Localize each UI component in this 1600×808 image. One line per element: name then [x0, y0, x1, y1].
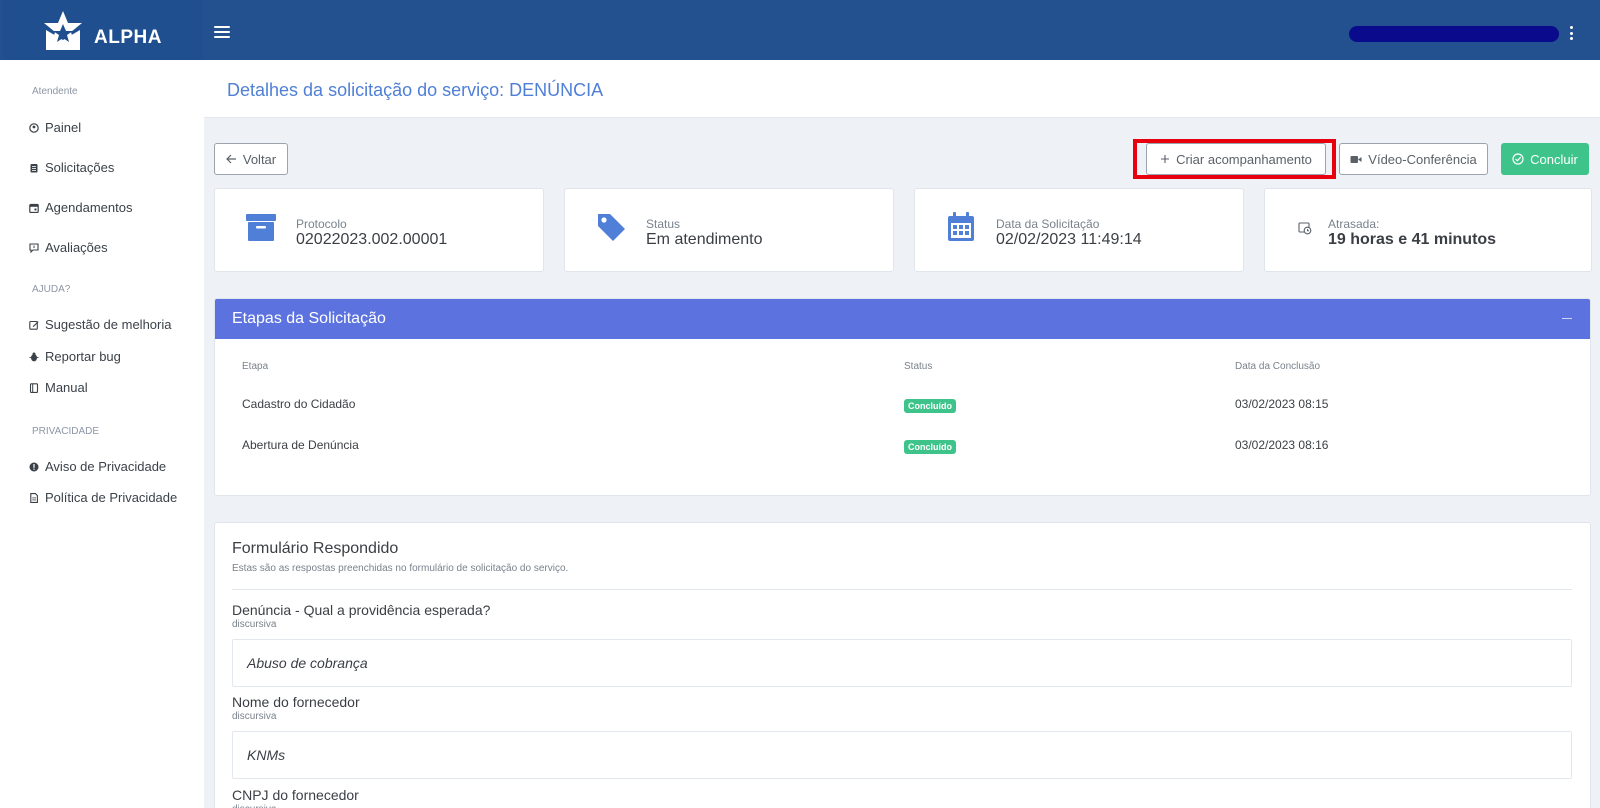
sidebar: Atendente Painel Solicitações Agendament…	[0, 60, 204, 808]
sidebar-item-manual[interactable]: Manual	[29, 380, 88, 395]
sidebar-item-label: Manual	[45, 380, 88, 395]
comment-icon	[29, 242, 39, 253]
form-question: CNPJ do fornecedor	[232, 787, 359, 803]
menu-toggle-icon[interactable]	[214, 26, 230, 38]
sidebar-item-label: Agendamentos	[45, 200, 133, 215]
sidebar-item-label: Sugestão de melhoria	[45, 317, 172, 332]
status-badge: Concluído	[904, 440, 956, 454]
back-button-label: Voltar	[242, 151, 277, 167]
sidebar-item-label: Solicitações	[45, 160, 115, 175]
column-header-status: Status	[904, 361, 933, 372]
sidebar-item-aviso-privacidade[interactable]: Aviso de Privacidade	[29, 459, 166, 474]
step-date: 03/02/2023 08:16	[1235, 438, 1329, 452]
card-protocol: Protocolo 02022023.002.00001	[214, 188, 544, 272]
card-delay: Atrasada: 19 horas e 41 minutos	[1264, 188, 1592, 272]
card-label: Data da Solicitação	[996, 217, 1100, 231]
video-camera-icon	[1350, 155, 1362, 163]
top-bar: ALPHA	[0, 0, 1600, 60]
column-header-date: Data da Conclusão	[1235, 361, 1321, 372]
card-value: 02/02/2023 11:49:14	[996, 231, 1142, 248]
sidebar-item-label: Política de Privacidade	[45, 490, 178, 505]
clipboard-icon	[30, 163, 38, 172]
step-date: 03/02/2023 08:15	[1235, 397, 1329, 411]
more-options-icon[interactable]	[1568, 26, 1574, 40]
archive-box-icon	[246, 214, 276, 241]
steps-panel-header: Etapas da Solicitação	[215, 299, 1590, 339]
user-circle-icon	[29, 122, 39, 133]
user-menu[interactable]	[1349, 26, 1559, 42]
card-label: Status	[646, 217, 681, 231]
edit-icon	[29, 320, 39, 330]
back-button[interactable]: Voltar	[214, 143, 288, 175]
brand-name: ALPHA	[94, 27, 162, 48]
sidebar-item-solicitacoes[interactable]: Solicitações	[29, 160, 114, 175]
form-question: Denúncia - Qual a providência esperada?	[232, 602, 491, 618]
step-name: Abertura de Denúncia	[242, 438, 359, 452]
conclude-label: Concluir	[1530, 151, 1578, 167]
question-type: discursiva	[232, 711, 277, 722]
sidebar-section-help: AJUDA?	[32, 284, 71, 295]
sidebar-item-label: Painel	[45, 120, 82, 135]
answer-field: KNMs	[232, 731, 1572, 779]
answer-field: Abuso de cobrança	[232, 639, 1572, 687]
card-value: 19 horas e 41 minutos	[1328, 231, 1497, 248]
tag-icon	[598, 214, 625, 241]
card-label: Atrasada:	[1328, 217, 1380, 231]
conclude-button[interactable]: Concluir	[1501, 143, 1589, 175]
highlight-box	[1133, 139, 1336, 179]
sidebar-section-privacy: PRIVACIDADE	[32, 426, 100, 437]
card-label: Protocolo	[296, 217, 347, 231]
card-request-date: Data da Solicitação 02/02/2023 11:49:14	[914, 188, 1244, 272]
steps-panel: Etapas da Solicitação Etapa Status Data …	[214, 298, 1591, 496]
video-conference-label: Vídeo-Conferência	[1368, 151, 1477, 167]
star-logo-icon	[44, 11, 82, 50]
sidebar-item-reportar-bug[interactable]: Reportar bug	[29, 349, 121, 364]
sidebar-item-painel[interactable]: Painel	[29, 120, 81, 135]
sidebar-item-agendamentos[interactable]: Agendamentos	[29, 200, 132, 215]
page-title: Detalhes da solicitação do serviço: DENÚ…	[227, 80, 604, 100]
clock-calendar-icon	[1298, 222, 1312, 235]
check-circle-icon	[1512, 153, 1524, 165]
form-subtitle: Estas são as respostas preenchidas no fo…	[232, 563, 569, 574]
question-type: discursiva	[232, 804, 276, 808]
calendar-icon	[948, 212, 974, 241]
answered-form-panel: Formulário Respondido Estas são as respo…	[214, 522, 1591, 808]
collapse-icon[interactable]	[1560, 311, 1574, 325]
alert-icon	[29, 462, 39, 471]
question-type: discursiva	[232, 619, 277, 630]
form-question: Nome do fornecedor	[232, 694, 360, 710]
answer-text: KNMs	[247, 747, 286, 763]
book-icon	[29, 382, 39, 393]
sidebar-item-sugestao[interactable]: Sugestão de melhoria	[29, 317, 171, 332]
sidebar-item-label: Avaliações	[45, 240, 108, 255]
document-icon	[30, 492, 38, 503]
sidebar-item-label: Reportar bug	[45, 349, 121, 364]
divider	[232, 589, 1572, 590]
sidebar-section-attendant: Atendente	[32, 86, 78, 97]
page-header: Detalhes da solicitação do serviço: DENÚ…	[204, 60, 1600, 118]
card-value: Em atendimento	[646, 231, 763, 248]
step-name: Cadastro do Cidadão	[242, 397, 356, 411]
sidebar-item-avaliacoes[interactable]: Avaliações	[29, 240, 108, 255]
bug-icon	[29, 352, 39, 361]
status-badge: Concluído	[904, 399, 956, 413]
card-status: Status Em atendimento	[564, 188, 894, 272]
video-conference-button[interactable]: Vídeo-Conferência	[1339, 143, 1488, 175]
arrow-left-icon	[226, 154, 236, 164]
column-header-step: Etapa	[242, 361, 269, 372]
steps-panel-title: Etapas da Solicitação	[232, 310, 386, 327]
card-value: 02022023.002.00001	[296, 231, 448, 248]
sidebar-item-politica-privacidade[interactable]: Política de Privacidade	[29, 490, 177, 505]
answer-text: Abuso de cobrança	[247, 655, 368, 671]
calendar-icon	[29, 203, 39, 213]
brand[interactable]: ALPHA	[3, 0, 203, 60]
sidebar-item-label: Aviso de Privacidade	[45, 459, 167, 474]
form-title: Formulário Respondido	[232, 540, 399, 557]
